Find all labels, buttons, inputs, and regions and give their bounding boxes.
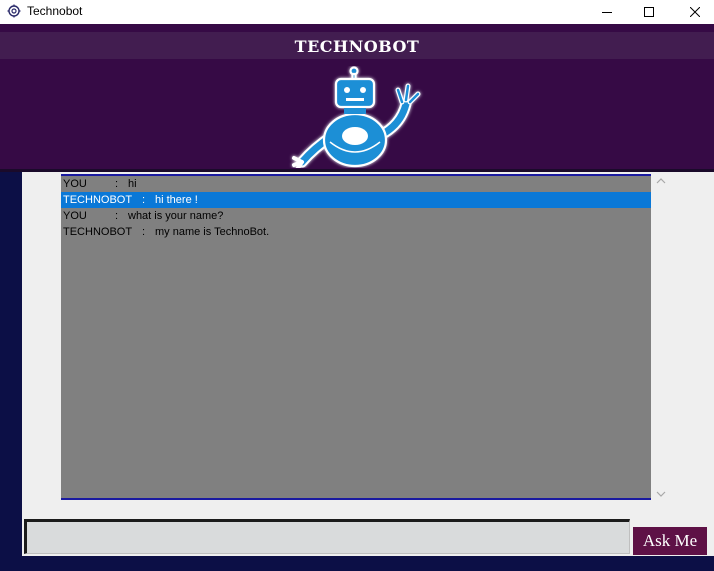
bottom-border: [22, 556, 714, 571]
message-text: hi: [128, 178, 137, 190]
minimize-icon: [602, 12, 612, 13]
message-speaker: TECHNOBOT: [63, 194, 133, 206]
message-separator: :: [142, 194, 146, 206]
message-separator: :: [115, 210, 119, 222]
left-border: [0, 172, 22, 571]
message-speaker: YOU: [63, 210, 87, 222]
robot-waving-icon: [292, 66, 421, 168]
message-text: what is your name?: [128, 210, 224, 222]
close-icon: [690, 7, 700, 17]
app-heading: TECHNOBOT: [294, 37, 420, 56]
message-text: hi there !: [155, 194, 198, 206]
message-separator: :: [115, 178, 119, 190]
question-input[interactable]: [24, 519, 630, 554]
scroll-down-icon[interactable]: [655, 489, 667, 499]
header-banner: TECHNOBOT: [0, 24, 714, 169]
message-text: my name is TechnoBot.: [155, 226, 270, 238]
app-gear-icon: [7, 4, 21, 18]
chat-message[interactable]: YOU : what is your name?: [61, 208, 651, 224]
message-separator: :: [142, 226, 146, 238]
title-bar: Technobot: [0, 0, 714, 24]
minimize-button[interactable]: [584, 0, 630, 24]
window-title: Technobot: [27, 4, 83, 18]
close-button[interactable]: [672, 0, 714, 24]
chat-history-list[interactable]: YOU : hi TECHNOBOT : hi there ! YOU : wh…: [61, 174, 651, 500]
maximize-button[interactable]: [626, 0, 672, 24]
chat-message[interactable]: YOU : hi: [61, 176, 651, 192]
chat-message[interactable]: TECHNOBOT : my name is TechnoBot.: [61, 224, 651, 240]
maximize-icon: [644, 7, 654, 17]
message-speaker: YOU: [63, 178, 87, 190]
ask-me-button[interactable]: Ask Me: [633, 527, 707, 555]
message-speaker: TECHNOBOT: [63, 226, 133, 238]
chat-message-selected[interactable]: TECHNOBOT : hi there !: [61, 192, 651, 208]
scroll-up-icon[interactable]: [655, 176, 667, 186]
